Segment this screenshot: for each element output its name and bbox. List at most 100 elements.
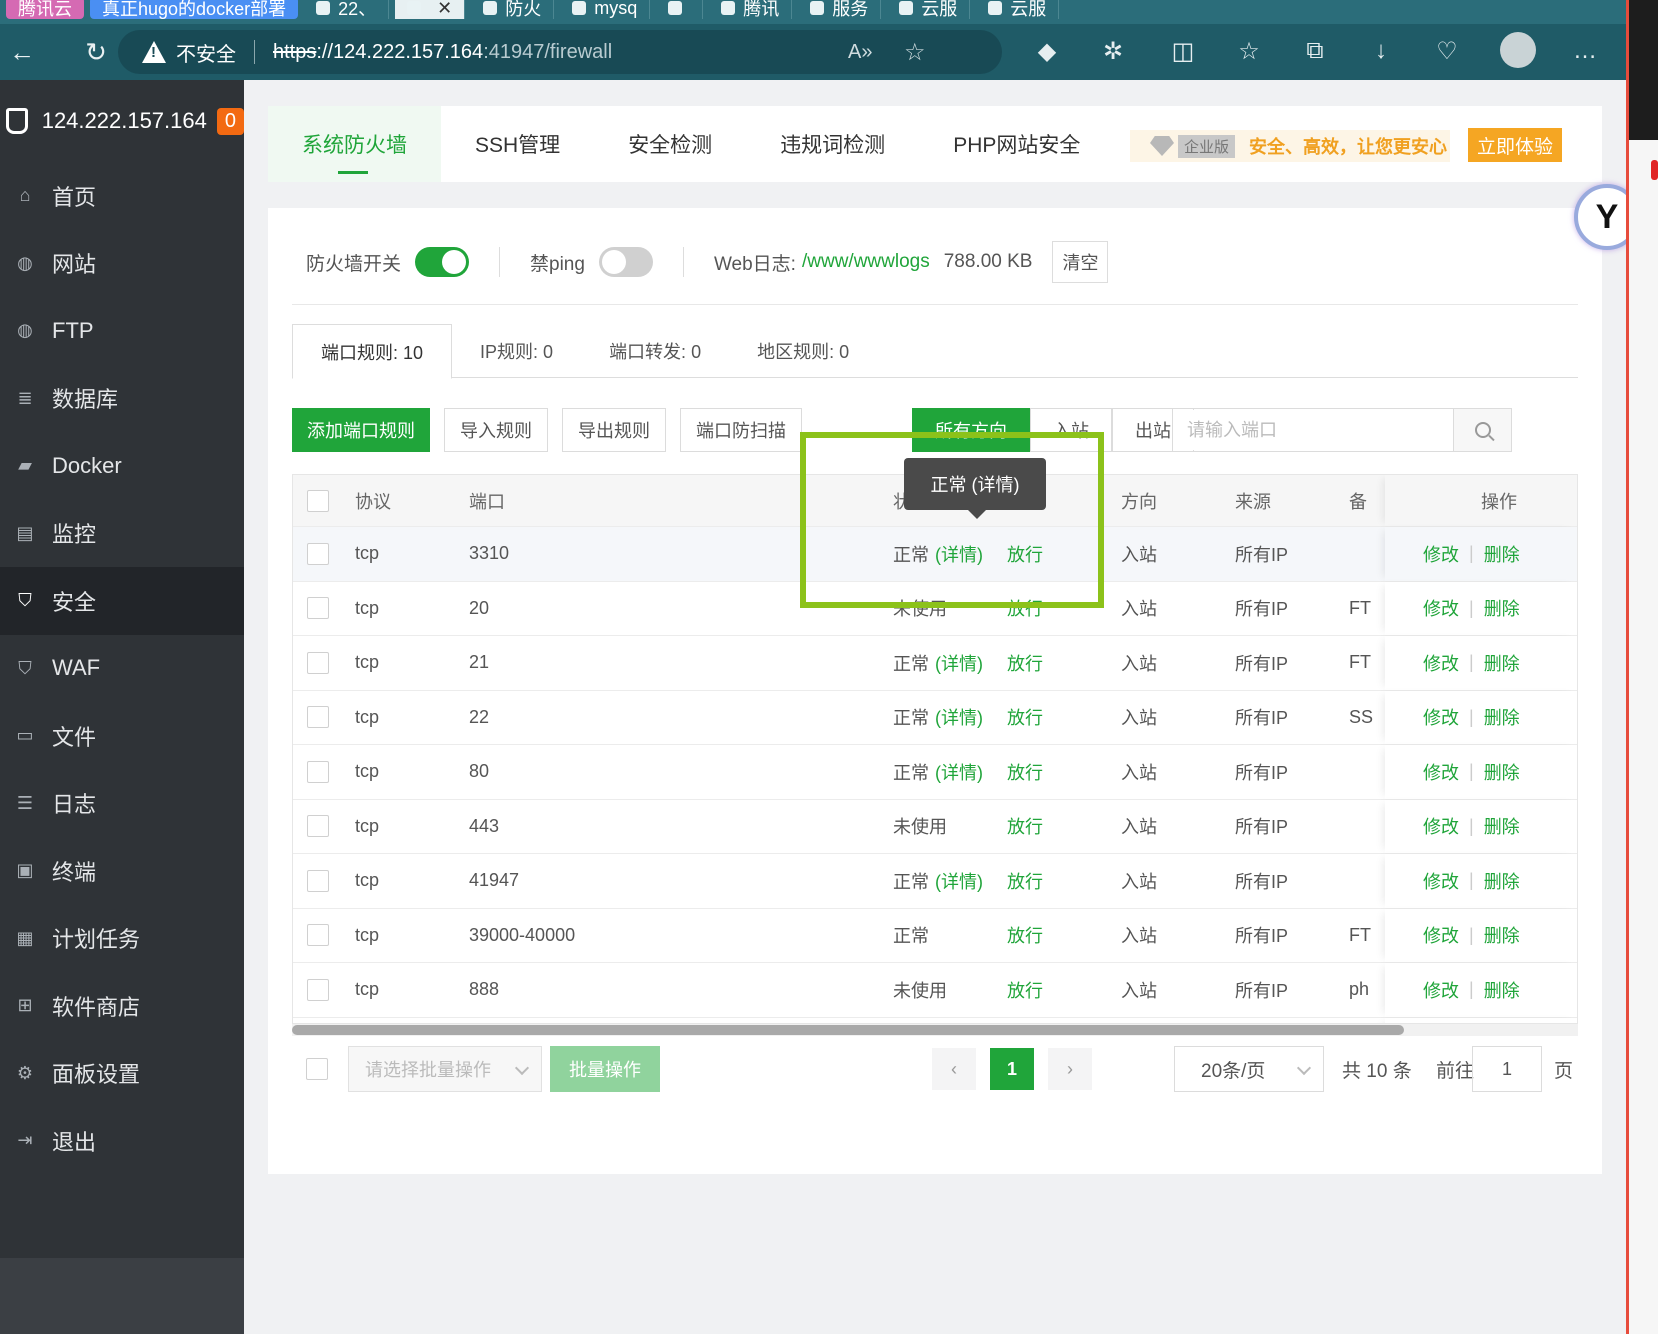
close-tab-icon[interactable]: ✕ bbox=[437, 0, 452, 19]
security-label[interactable]: 不安全 bbox=[176, 38, 236, 67]
status-detail-link[interactable]: (详情) bbox=[935, 704, 983, 730]
cell-policy[interactable]: 放行 bbox=[1007, 909, 1043, 963]
filter-all-directions[interactable]: 所有方向 bbox=[912, 408, 1030, 452]
edit-link[interactable]: 修改 bbox=[1423, 977, 1459, 1003]
row-checkbox[interactable] bbox=[307, 760, 329, 783]
port-search-input[interactable] bbox=[1173, 410, 1453, 450]
refresh-icon[interactable]: ↻ bbox=[74, 30, 118, 74]
favorite-star-icon[interactable]: ☆ bbox=[904, 38, 926, 67]
row-checkbox[interactable] bbox=[307, 597, 329, 620]
browser-tab[interactable]: 云服 bbox=[887, 0, 971, 19]
cell-policy[interactable]: 放行 bbox=[1007, 854, 1043, 908]
delete-link[interactable]: 删除 bbox=[1484, 813, 1520, 839]
sidebar-item-waf[interactable]: ⛉ WAF bbox=[0, 635, 244, 703]
row-checkbox[interactable] bbox=[307, 651, 329, 674]
cell-policy[interactable]: 放行 bbox=[1007, 963, 1043, 1017]
cell-policy[interactable]: 放行 bbox=[1007, 691, 1043, 745]
sidebar-item-monitor[interactable]: ▤ 监控 bbox=[0, 500, 244, 568]
tab-port-forward[interactable]: 端口转发: 0 bbox=[581, 324, 729, 378]
sidebar-item-ftp[interactable]: ◍ FTP bbox=[0, 297, 244, 365]
tab-word-check[interactable]: 违规词检测 bbox=[746, 106, 919, 182]
sidebar-item-home[interactable]: ⌂ 首页 bbox=[0, 162, 244, 230]
port-scan-protect-button[interactable]: 端口防扫描 bbox=[680, 408, 802, 452]
try-now-button[interactable]: 立即体验 bbox=[1468, 128, 1562, 162]
browser-tab[interactable]: 云服 bbox=[976, 0, 1060, 19]
bulk-action-select[interactable]: 请选择批量操作 bbox=[348, 1046, 542, 1092]
sidebar-item-logs[interactable]: ☰ 日志 bbox=[0, 770, 244, 838]
import-rules-button[interactable]: 导入规则 bbox=[444, 408, 548, 452]
select-all-checkbox[interactable] bbox=[307, 489, 329, 512]
bulk-action-button[interactable]: 批量操作 bbox=[550, 1046, 660, 1092]
browser-tab[interactable]: 服务 bbox=[798, 0, 882, 19]
split-screen-icon[interactable]: ◫ bbox=[1166, 34, 1200, 68]
browser-tab[interactable]: mysq bbox=[560, 0, 651, 19]
sidebar-item-store[interactable]: ⊞ 软件商店 bbox=[0, 972, 244, 1040]
edit-link[interactable]: 修改 bbox=[1423, 595, 1459, 621]
tab-port-rules[interactable]: 端口规则: 10 bbox=[292, 324, 453, 379]
delete-link[interactable]: 删除 bbox=[1484, 704, 1520, 730]
delete-link[interactable]: 删除 bbox=[1484, 759, 1520, 785]
bulk-select-checkbox[interactable] bbox=[306, 1058, 328, 1080]
sidebar-item-docker[interactable]: ▰ Docker bbox=[0, 432, 244, 500]
collections-icon[interactable]: ⧉ bbox=[1298, 34, 1332, 68]
edit-link[interactable]: 修改 bbox=[1423, 759, 1459, 785]
page-size-select[interactable]: 20条/页 bbox=[1174, 1046, 1324, 1092]
row-checkbox[interactable] bbox=[307, 924, 329, 947]
download-icon[interactable]: ↓ bbox=[1364, 34, 1398, 68]
health-icon[interactable]: ♡ bbox=[1430, 34, 1464, 68]
edit-link[interactable]: 修改 bbox=[1423, 541, 1459, 567]
weblog-path-link[interactable]: /www/wwwlogs bbox=[802, 251, 930, 273]
sidebar-item-logout[interactable]: ⇥ 退出 bbox=[0, 1107, 244, 1175]
delete-link[interactable]: 删除 bbox=[1484, 977, 1520, 1003]
read-aloud-icon[interactable]: A» bbox=[848, 41, 872, 64]
back-icon[interactable]: ← bbox=[0, 30, 44, 74]
cell-policy[interactable]: 放行 bbox=[1007, 745, 1043, 799]
browser-tab[interactable] bbox=[656, 0, 704, 19]
cell-policy[interactable]: 放行 bbox=[1007, 582, 1043, 636]
edit-link[interactable]: 修改 bbox=[1423, 704, 1459, 730]
delete-link[interactable]: 删除 bbox=[1484, 922, 1520, 948]
table-scrollbar[interactable] bbox=[292, 1024, 1578, 1036]
clear-log-button[interactable]: 清空 bbox=[1052, 241, 1109, 283]
tab-ssh[interactable]: SSH管理 bbox=[441, 106, 594, 182]
favorites-icon[interactable]: ☆ bbox=[1232, 34, 1266, 68]
extension-ai-icon[interactable]: ◆ bbox=[1030, 34, 1064, 68]
edit-link[interactable]: 修改 bbox=[1423, 922, 1459, 948]
export-rules-button[interactable]: 导出规则 bbox=[562, 408, 666, 452]
extensions-icon[interactable]: ✲ bbox=[1096, 34, 1130, 68]
browser-tab[interactable]: 腾讯云 bbox=[6, 0, 84, 19]
sidebar-item-database[interactable]: ≣ 数据库 bbox=[0, 365, 244, 433]
browser-tab[interactable]: 真正hugo的docker部署 bbox=[90, 0, 299, 19]
delete-link[interactable]: 删除 bbox=[1484, 868, 1520, 894]
cell-policy[interactable]: 放行 bbox=[1007, 636, 1043, 690]
browser-tab-active[interactable]: ✕ bbox=[395, 0, 466, 19]
status-detail-link[interactable]: (详情) bbox=[935, 650, 983, 676]
prev-page-button[interactable]: ‹ bbox=[932, 1048, 976, 1090]
tab-ip-rules[interactable]: IP规则: 0 bbox=[452, 324, 581, 378]
delete-link[interactable]: 删除 bbox=[1484, 541, 1520, 567]
filter-inbound[interactable]: 入站 bbox=[1030, 408, 1112, 452]
tab-security-check[interactable]: 安全检测 bbox=[594, 106, 746, 182]
cell-policy[interactable]: 放行 bbox=[1007, 800, 1043, 854]
row-checkbox[interactable] bbox=[307, 542, 329, 565]
edit-link[interactable]: 修改 bbox=[1423, 650, 1459, 676]
profile-avatar[interactable] bbox=[1500, 32, 1536, 68]
browser-tab[interactable]: 防火 bbox=[471, 0, 555, 19]
search-button[interactable] bbox=[1453, 409, 1511, 451]
scrollbar-thumb[interactable] bbox=[292, 1025, 1404, 1035]
row-checkbox[interactable] bbox=[307, 978, 329, 1001]
status-detail-link[interactable]: (详情) bbox=[935, 868, 983, 894]
address-bar[interactable]: 不安全 https://124.222.157.164:41947/firewa… bbox=[118, 30, 1002, 74]
tab-region-rules[interactable]: 地区规则: 0 bbox=[729, 324, 877, 378]
row-checkbox[interactable] bbox=[307, 869, 329, 892]
browser-tab[interactable]: 22、 bbox=[304, 0, 390, 19]
ping-toggle[interactable] bbox=[598, 247, 653, 277]
sidebar-item-security[interactable]: ⛉ 安全 bbox=[0, 567, 244, 635]
sidebar-item-cron[interactable]: ▦ 计划任务 bbox=[0, 905, 244, 973]
tab-php-security[interactable]: PHP网站安全 bbox=[919, 106, 1114, 182]
row-checkbox[interactable] bbox=[307, 815, 329, 838]
next-page-button[interactable]: › bbox=[1048, 1048, 1092, 1090]
add-port-rule-button[interactable]: 添加端口规则 bbox=[292, 408, 430, 452]
delete-link[interactable]: 删除 bbox=[1484, 595, 1520, 621]
current-page[interactable]: 1 bbox=[990, 1048, 1034, 1090]
